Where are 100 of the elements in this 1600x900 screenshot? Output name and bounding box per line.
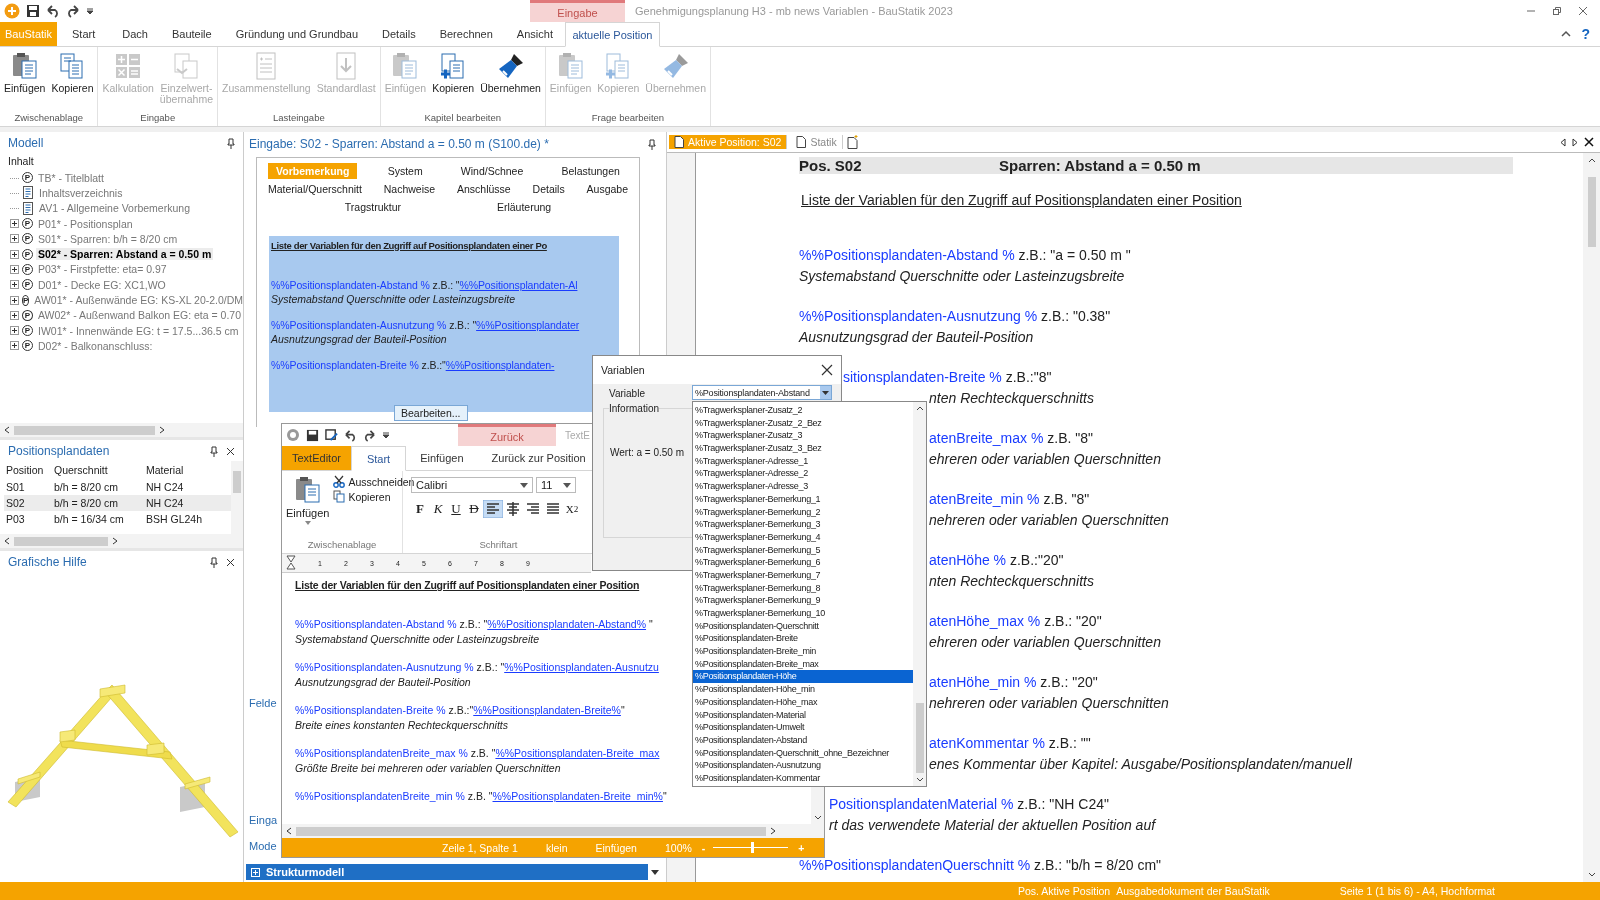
panel-caption[interactable]: Mode	[249, 840, 277, 852]
expand-icon[interactable]	[10, 341, 19, 351]
vertical-scrollbar[interactable]	[231, 461, 243, 534]
expand-icon[interactable]	[10, 326, 19, 336]
tree-item[interactable]: D01* - Decke EG: XC1,WO	[36, 278, 168, 291]
scroll-right-icon[interactable]	[159, 426, 165, 434]
expand-icon[interactable]	[10, 249, 19, 259]
format-button[interactable]: D	[465, 500, 483, 518]
tree-item[interactable]: Inhaltsverzeichnis	[37, 186, 125, 199]
dropdown-option[interactable]: %Tragwerksplaner-Adresse_2	[693, 467, 913, 481]
tree-item[interactable]: D02* - Balkonanschluss:	[36, 339, 155, 352]
expand-icon[interactable]	[10, 310, 19, 320]
chapter-tab[interactable]: Material/Querschnitt	[259, 181, 370, 197]
ribbon-tab[interactable]: Gründung und Grundbau	[223, 22, 370, 46]
variable-link[interactable]: %%Positionsplandaten-Breite_max	[495, 747, 660, 759]
dropdown-option[interactable]: %Positionsplandaten-Breite_max	[693, 657, 913, 671]
tree-item[interactable]: P01* - Positionsplan	[36, 217, 135, 230]
ribbon-tab[interactable]: Berechnen	[427, 22, 505, 46]
save-icon[interactable]	[306, 428, 319, 442]
ribbon-tab[interactable]: Start	[57, 22, 111, 46]
dropdown-option[interactable]: %Tragwerksplaner-Adresse_1	[693, 454, 913, 468]
close-icon[interactable]	[226, 557, 235, 567]
size-dropdown[interactable]: 11	[536, 477, 576, 493]
variable-link[interactable]: %%Positionsplandaten-Breite_min%	[492, 790, 663, 802]
pin-icon[interactable]	[210, 445, 218, 457]
variable-link[interactable]: %%Positionsplandaten-	[445, 359, 555, 371]
close-icon[interactable]	[226, 446, 235, 456]
collapse-ribbon-icon[interactable]	[1561, 30, 1572, 38]
pin-icon[interactable]	[648, 138, 656, 150]
expand-icon[interactable]	[10, 295, 19, 305]
dropdown-option[interactable]: %Positionsplandaten-Breite_min	[693, 645, 913, 658]
circle-icon[interactable]	[286, 428, 300, 442]
table-row[interactable]: S01 b/h = 8/20 cm NH C24	[4, 479, 231, 495]
column-header[interactable]: Querschnitt	[52, 464, 144, 476]
pin-icon[interactable]	[227, 137, 235, 149]
dropdown-option[interactable]: %Tragwerksplaner-Zusatz_2	[693, 404, 913, 417]
ribbon-tab[interactable]: Details	[370, 22, 428, 46]
save-icon[interactable]	[26, 4, 40, 18]
ribbon-tab[interactable]: Ansicht	[504, 22, 565, 46]
expand-icon[interactable]	[10, 219, 19, 229]
dropdown-option[interactable]: %Tragwerksplaner-Bemerkung_3	[693, 518, 913, 531]
dropdown-option[interactable]: %Tragwerksplaner-Bemerkung_5	[693, 543, 913, 557]
dropdown-option[interactable]: %Positionsplandaten-Höhe_min	[693, 683, 913, 696]
format-button[interactable]: F	[411, 500, 429, 518]
ribbon-tab[interactable]: Dach	[110, 22, 160, 46]
pin-icon[interactable]	[210, 556, 218, 568]
ribbon-tab[interactable]: Bauteile	[159, 22, 224, 46]
ribbon-tab[interactable]: aktuelle Position	[564, 22, 660, 47]
dropdown-option[interactable]: %Positionsplandaten-Material	[693, 708, 913, 722]
tree-item[interactable]: S01* - Sparren: b/h = 8/20 cm	[36, 232, 180, 245]
tree-item[interactable]: AW01* - Außenwände EG: KS-XL 20-2.0/DM	[32, 294, 246, 306]
dropdown-option[interactable]: %Positionsplandaten-Breite	[693, 632, 913, 646]
variable-link[interactable]: %%Positionsplandaten-Abstand%	[487, 618, 647, 630]
chapter-tab[interactable]: Belastungen	[553, 163, 628, 179]
chapter-tab[interactable]: Nachweise	[375, 181, 444, 197]
table-row[interactable]: S02 b/h = 8/20 cm NH C24	[4, 495, 231, 511]
dropdown-option[interactable]: %Positionsplandaten-Höhe	[693, 670, 913, 684]
tree-root[interactable]: Inhalt	[0, 155, 34, 167]
variable-link[interactable]: %%Positionsplandaten-Al	[459, 279, 578, 291]
tree-item[interactable]: IW01* - Innenwände EG: t = 17.5...36.5 cm	[36, 324, 241, 337]
vertical-scrollbar[interactable]	[1583, 153, 1600, 882]
scroll-thumb[interactable]	[14, 536, 108, 546]
scroll-down-icon[interactable]	[915, 777, 924, 783]
dropdown-option[interactable]: %Tragwerksplaner-Bemerkung_7	[693, 568, 913, 582]
dropdown-option[interactable]: %Tragwerksplaner-Bemerkung_1	[693, 492, 913, 506]
tree-item[interactable]: TB* - Titelblatt	[36, 171, 106, 184]
redo-icon[interactable]	[363, 428, 376, 442]
new-document-icon[interactable]	[846, 135, 859, 149]
vertical-scrollbar[interactable]	[913, 402, 926, 786]
expand-icon[interactable]	[10, 280, 19, 290]
format-button[interactable]: K	[429, 500, 447, 518]
scroll-right-icon[interactable]	[112, 537, 118, 545]
edit-button[interactable]: Bearbeiten...	[394, 405, 468, 421]
tree-item[interactable]: AV1 - Allgemeine Vorbemerkung	[37, 202, 192, 215]
scroll-thumb[interactable]	[233, 471, 241, 493]
scroll-left-icon[interactable]	[286, 827, 292, 835]
scroll-right-icon[interactable]	[1572, 137, 1578, 147]
column-header[interactable]: Position	[4, 464, 52, 476]
dropdown-option[interactable]: %Tragwerksplaner-Bemerkung_8	[693, 581, 913, 595]
dropdown-option[interactable]: %Tragwerksplaner-Zusatz_3	[693, 429, 913, 443]
variable-dropdown[interactable]: %Positionsplandaten-Abstand	[692, 385, 832, 400]
chapter-tab[interactable]: Erläuterung	[488, 199, 560, 215]
column-header[interactable]: Material	[144, 464, 231, 476]
ribbon-tab[interactable]: Einfügen	[406, 446, 478, 470]
close-icon[interactable]	[821, 364, 833, 376]
redo-icon[interactable]	[66, 4, 80, 18]
undo-icon[interactable]	[46, 4, 60, 18]
scroll-down-icon[interactable]	[813, 815, 822, 821]
caret-icon[interactable]	[651, 869, 659, 875]
dropdown-option[interactable]: %Tragwerksplaner-Bemerkung_10	[693, 607, 913, 620]
scroll-right-icon[interactable]	[769, 827, 776, 835]
scroll-up-icon[interactable]	[1587, 157, 1596, 163]
chapter-tab[interactable]: System	[379, 163, 431, 179]
dropdown-option[interactable]: %Positionsplandaten-Querschnitt	[693, 619, 913, 633]
dropdown-option[interactable]: %Tragwerksplaner-Bemerkung_9	[693, 594, 913, 607]
ribbon-tab[interactable]: TextEditor	[282, 446, 351, 470]
ribbon-tab[interactable]: Start	[350, 446, 407, 471]
horizontal-scrollbar[interactable]	[282, 824, 824, 838]
dropdown-option[interactable]: %Tragwerksplaner-Zusatz_3_Bez	[693, 442, 913, 455]
restore-icon[interactable]	[1552, 6, 1562, 16]
